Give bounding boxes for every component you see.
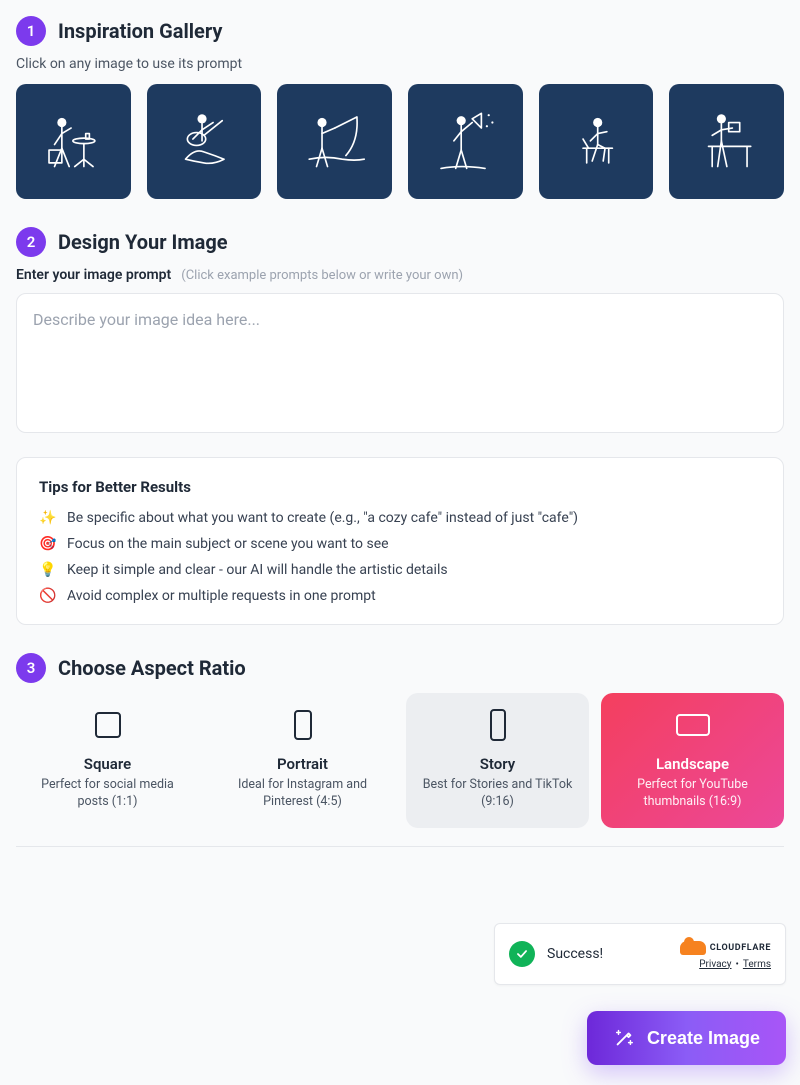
success-check-icon [509,941,535,967]
gallery-card-megaphone[interactable] [408,84,523,199]
tip-text: Focus on the main subject or scene you w… [67,536,389,552]
cloudflare-privacy-link[interactable]: Privacy [699,959,731,970]
cloudflare-turnstile-widget: Success! CLOUDFLARE Privacy • Terms [494,923,786,985]
stick-figure-reading-icon [681,95,773,187]
step-badge-1: 1 [16,16,46,46]
gallery-card-fishing[interactable] [277,84,392,199]
tip-text: Avoid complex or multiple requests in on… [67,588,376,604]
ratio-option-story[interactable]: Story Best for Stories and TikTok (9:16) [406,693,589,829]
tip-row: 🚫 Avoid complex or multiple requests in … [39,588,761,604]
prompt-label: Enter your image prompt [16,267,171,283]
cloudflare-status-text: Success! [547,946,668,962]
create-image-label: Create Image [647,1028,760,1049]
no-entry-icon: 🚫 [39,588,57,604]
tip-row: 🎯 Focus on the main subject or scene you… [39,536,761,552]
step-badge-3: 3 [16,653,46,683]
stick-figure-fishing-icon [289,95,381,187]
square-icon [95,712,121,738]
dot-separator: • [736,959,739,970]
prompt-input[interactable] [16,293,784,433]
tips-card: Tips for Better Results ✨ Be specific ab… [16,457,784,625]
target-icon: 🎯 [39,536,57,552]
cloudflare-cloud-icon [680,941,706,955]
section-title-design: Design Your Image [58,230,228,254]
cloudflare-terms-link[interactable]: Terms [743,959,771,970]
create-image-button[interactable]: Create Image [587,1011,786,1065]
ratio-option-portrait[interactable]: Portrait Ideal for Instagram and Pintere… [211,693,394,829]
section-title-inspiration: Inspiration Gallery [58,19,222,43]
tip-row: 💡 Keep it simple and clear - our AI will… [39,562,761,578]
stick-figure-coffee-icon [27,95,119,187]
landscape-icon [676,714,710,736]
aspect-ratio-options: Square Perfect for social media posts (1… [16,693,784,829]
ratio-desc: Ideal for Instagram and Pinterest (4:5) [221,777,384,811]
step-badge-2: 2 [16,227,46,257]
tip-row: ✨ Be specific about what you want to cre… [39,510,761,526]
ratio-option-landscape[interactable]: Landscape Perfect for YouTube thumbnails… [601,693,784,829]
prompt-hint: (Click example prompts below or write yo… [181,268,463,283]
portrait-icon [294,710,312,740]
ratio-name: Square [26,755,189,773]
ratio-desc: Perfect for YouTube thumbnails (16:9) [611,777,774,811]
ratio-name: Portrait [221,755,384,773]
section-aspect-ratio: 3 Choose Aspect Ratio Square Perfect for… [16,653,784,829]
divider [16,846,784,847]
cloudflare-logo: CLOUDFLARE [680,939,771,957]
inspiration-gallery-row [16,84,784,199]
ratio-name: Landscape [611,755,774,773]
section-inspiration-gallery: 1 Inspiration Gallery Click on any image… [16,16,784,199]
section-title-ratio: Choose Aspect Ratio [58,656,246,680]
tips-title: Tips for Better Results [39,478,761,496]
stick-figure-megaphone-icon [419,95,511,187]
cloudflare-brand-text: CLOUDFLARE [710,943,771,953]
gallery-card-reading-desk[interactable] [669,84,784,199]
bulb-icon: 💡 [39,562,57,578]
tip-text: Be specific about what you want to creat… [67,510,578,526]
inspiration-subhead: Click on any image to use its prompt [16,56,784,72]
stick-figure-guitar-icon [158,95,250,187]
section-design-image: 2 Design Your Image Enter your image pro… [16,227,784,625]
gallery-card-bench[interactable] [539,84,654,199]
gallery-card-coffee-table[interactable] [16,84,131,199]
magic-wand-icon [613,1027,635,1049]
ratio-desc: Best for Stories and TikTok (9:16) [416,777,579,811]
stick-figure-bench-icon [550,95,642,187]
ratio-option-square[interactable]: Square Perfect for social media posts (1… [16,693,199,829]
story-icon [490,709,506,741]
ratio-desc: Perfect for social media posts (1:1) [26,777,189,811]
gallery-card-guitar[interactable] [147,84,262,199]
ratio-name: Story [416,755,579,773]
tip-text: Keep it simple and clear - our AI will h… [67,562,448,578]
sparkle-icon: ✨ [39,510,57,526]
